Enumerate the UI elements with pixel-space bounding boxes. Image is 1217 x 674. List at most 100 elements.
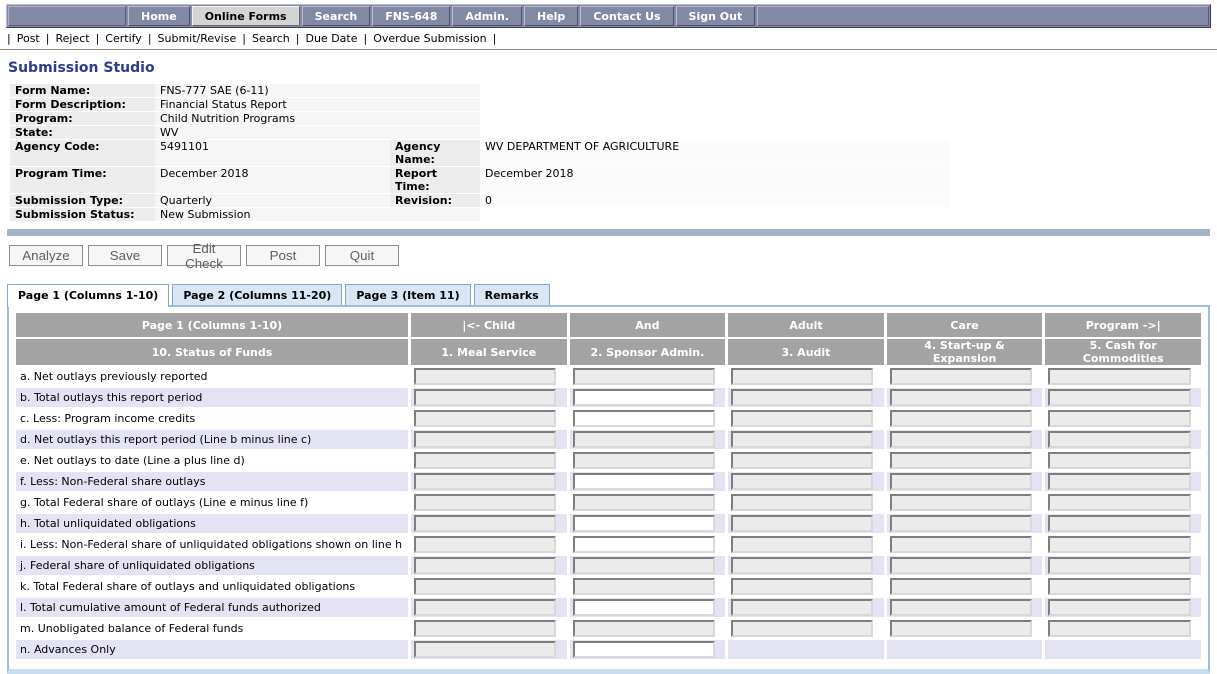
cell-e-5 [1045, 451, 1201, 470]
menu-item-certify[interactable]: Certify [105, 32, 142, 45]
tab-remarks[interactable]: Remarks [474, 284, 550, 305]
quit-button[interactable]: Quit [325, 245, 399, 266]
info-filler [480, 98, 950, 111]
cell-c-2 [570, 409, 726, 428]
menu-item-submit-revise[interactable]: Submit/Revise [158, 32, 237, 45]
menu-separator: | [46, 32, 50, 45]
cell-m-4 [887, 619, 1043, 638]
menu-separator: | [363, 32, 367, 45]
cell-k-2 [570, 577, 726, 596]
row-label: f. Less: Non-Federal share outlays [16, 472, 408, 491]
table-body: a. Net outlays previously reported b. Tot… [16, 367, 1201, 659]
menu-item-reject[interactable]: Reject [55, 32, 89, 45]
amount-input-e4 [890, 452, 1032, 469]
cell-c-4 [887, 409, 1043, 428]
row-label: m. Unobligated balance of Federal funds [16, 619, 408, 638]
cell-a-2 [570, 367, 726, 386]
amount-input-d1 [414, 431, 556, 448]
cell-k-1 [411, 577, 567, 596]
nav-tab-sign-out[interactable]: Sign Out [676, 6, 756, 26]
col-group-header-3: Adult [728, 313, 884, 337]
amount-input-b2[interactable] [573, 389, 715, 406]
table-row-e: e. Net outlays to date (Line a plus line… [16, 451, 1201, 470]
nav-tab-fns-648[interactable]: FNS-648 [372, 6, 450, 26]
cell-d-2 [570, 430, 726, 449]
amount-input-i3 [731, 536, 873, 553]
row-label: l. Total cumulative amount of Federal fu… [16, 598, 408, 617]
cell-b-5 [1045, 388, 1201, 407]
info-filler [480, 84, 950, 97]
col-group-header-2: And [570, 313, 726, 337]
cell-m-1 [411, 619, 567, 638]
info-label-program: Program: [10, 112, 155, 125]
amount-input-j1 [414, 557, 556, 574]
amount-input-l2[interactable] [573, 599, 715, 616]
cell-k-3 [728, 577, 884, 596]
info-filler [480, 208, 950, 221]
amount-input-h2[interactable] [573, 515, 715, 532]
nav-tab-admin[interactable]: Admin. [452, 6, 522, 26]
cell-f-3 [728, 472, 884, 491]
amount-input-h1 [414, 515, 556, 532]
amount-input-h4 [890, 515, 1032, 532]
amount-input-n2[interactable] [573, 641, 715, 658]
amount-input-m5 [1048, 620, 1190, 637]
cell-h-4 [887, 514, 1043, 533]
nav-tab-home[interactable]: Home [128, 6, 190, 26]
edit-check-button[interactable]: Edit Check [167, 245, 241, 266]
cell-i-1 [411, 535, 567, 554]
amount-input-d5 [1048, 431, 1190, 448]
cell-j-3 [728, 556, 884, 575]
nav-tab-contact-us[interactable]: Contact Us [580, 6, 673, 26]
amount-input-f2[interactable] [573, 473, 715, 490]
amount-input-c2[interactable] [573, 410, 715, 427]
amount-input-k1 [414, 578, 556, 595]
col-header-5: 5. Cash for Commodities [1045, 339, 1201, 365]
row-label: a. Net outlays previously reported [16, 367, 408, 386]
row-label: i. Less: Non-Federal share of unliquidat… [16, 535, 408, 554]
amount-input-a4 [890, 368, 1032, 385]
nav-tab-online-forms[interactable]: Online Forms [192, 6, 300, 26]
menu-item-post[interactable]: Post [17, 32, 40, 45]
info-value-submission-type: Quarterly [155, 194, 390, 207]
amount-input-j5 [1048, 557, 1190, 574]
tab-page-2-columns-11-20[interactable]: Page 2 (Columns 11-20) [172, 284, 342, 305]
cell-f-1 [411, 472, 567, 491]
table-row-n: n. Advances Only [16, 640, 1201, 659]
cell-c-3 [728, 409, 884, 428]
cell-e-1 [411, 451, 567, 470]
amount-input-l3 [731, 599, 873, 616]
nav-tab-help[interactable]: Help [524, 6, 578, 26]
cell-b-3 [728, 388, 884, 407]
save-button[interactable]: Save [88, 245, 162, 266]
row-label: e. Net outlays to date (Line a plus line… [16, 451, 408, 470]
info-label-agency-name: Agency Name: [390, 140, 480, 166]
info-value-agency-code: 5491101 [155, 140, 390, 166]
page-tabs: Page 1 (Columns 1-10)Page 2 (Columns 11-… [7, 284, 1217, 305]
menu-item-search[interactable]: Search [252, 32, 290, 45]
amount-input-i2[interactable] [573, 536, 715, 553]
cell-d-1 [411, 430, 567, 449]
cell-g-1 [411, 493, 567, 512]
cell-l-3 [728, 598, 884, 617]
analyze-button[interactable]: Analyze [9, 245, 83, 266]
menu-item-due-date[interactable]: Due Date [305, 32, 357, 45]
post-button[interactable]: Post [246, 245, 320, 266]
form-info-grid: Form Name:FNS-777 SAE (6-11)Form Descrip… [10, 84, 960, 221]
amount-input-l5 [1048, 599, 1190, 616]
cell-d-4 [887, 430, 1043, 449]
tab-page-1-columns-1-10[interactable]: Page 1 (Columns 1-10) [7, 284, 169, 307]
row-label: b. Total outlays this report period [16, 388, 408, 407]
status-of-funds-table: Page 1 (Columns 1-10)|<- ChildAndAdultCa… [13, 311, 1204, 661]
row-label: n. Advances Only [16, 640, 408, 659]
amount-input-k5 [1048, 578, 1190, 595]
tab-page-3-item-11[interactable]: Page 3 (Item 11) [345, 284, 470, 305]
menu-item-overdue-submission[interactable]: Overdue Submission [373, 32, 486, 45]
table-row-i: i. Less: Non-Federal share of unliquidat… [16, 535, 1201, 554]
info-label-program-time: Program Time: [10, 167, 155, 193]
amount-input-g2 [573, 494, 715, 511]
table-row-g: g. Total Federal share of outlays (Line … [16, 493, 1201, 512]
nav-tab-search[interactable]: Search [302, 6, 371, 26]
cell-g-2 [570, 493, 726, 512]
table-row-l: l. Total cumulative amount of Federal fu… [16, 598, 1201, 617]
